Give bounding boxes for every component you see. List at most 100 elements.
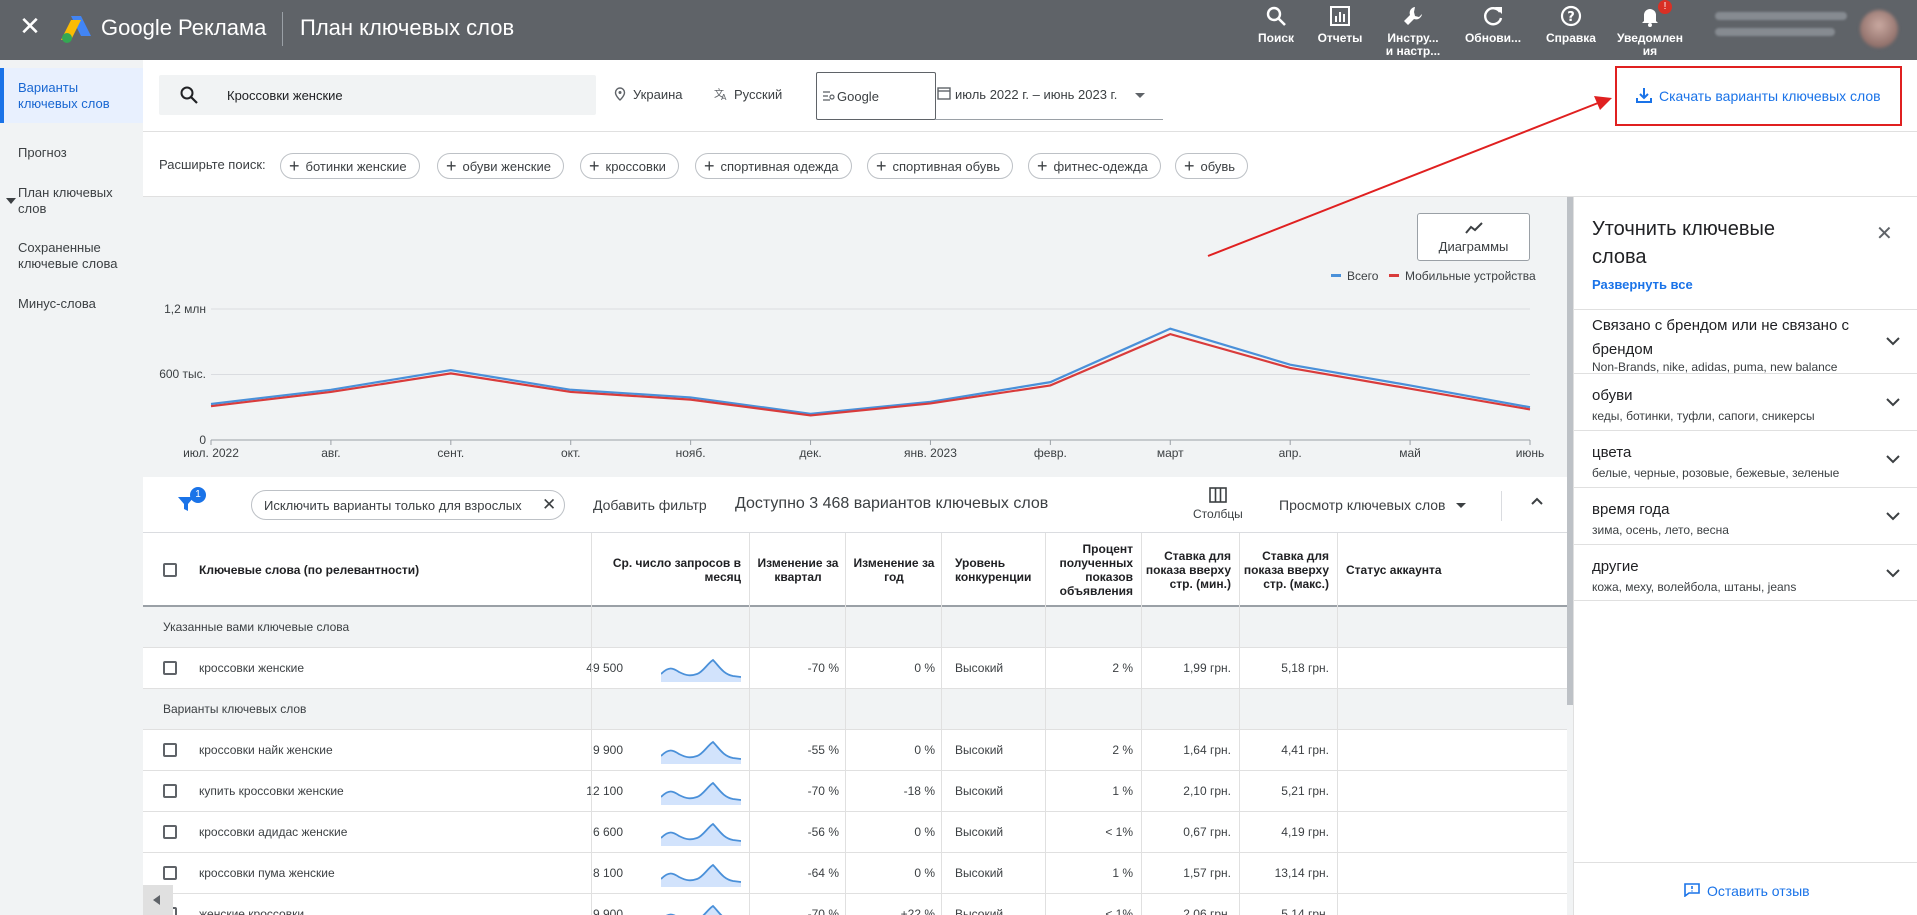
location-pin-icon (614, 87, 626, 101)
header-bid-high[interactable]: Ставка для показа вверху стр. (макс.) (1241, 533, 1329, 607)
nav-item-keyword-plan[interactable]: План ключевых слов (18, 185, 138, 217)
header-competition[interactable]: Уровень конкуренции (955, 533, 1041, 607)
columns-button[interactable]: Столбцы (1193, 487, 1243, 521)
language-selector[interactable]: 文 A Русский (714, 87, 782, 102)
refine-section-season[interactable]: время года зима, осень, лето, весна (1574, 487, 1917, 544)
charts-button[interactable]: Диаграммы (1417, 213, 1530, 261)
nav-item-keyword-ideas[interactable]: Варианты ключевых слов (0, 68, 143, 123)
help-button[interactable]: ? Справка (1543, 4, 1599, 58)
legend-label: Мобильные устройства (1405, 269, 1536, 283)
chip-label: фитнес-одежда (1053, 159, 1148, 174)
keyword-table: Ключевые слова (по релевантности) Ср. чи… (143, 533, 1567, 915)
table-row[interactable]: кроссовки пума женские 8 100 -64 % 0 % Высок… (143, 853, 1567, 894)
keyword-cell: женские кроссовки (199, 907, 305, 915)
chip-label: спортивная обувь (892, 159, 1000, 174)
expand-chip[interactable]: + фитнес-одежда (1028, 153, 1161, 179)
notifications-button[interactable]: Уведомлен ия (1614, 4, 1686, 58)
refine-keywords-panel: Уточнить ключевые слова ✕ Развернуть все… (1573, 197, 1917, 915)
row-checkbox[interactable] (163, 743, 177, 757)
header-account-status[interactable]: Статус аккаунта (1346, 533, 1506, 607)
search-tool-button[interactable]: Поиск (1254, 4, 1298, 58)
column-divider (941, 533, 942, 915)
nav-item-saved-keywords[interactable]: Сохраненные ключевые слова (18, 240, 138, 272)
columns-icon (1209, 487, 1227, 503)
reports-icon (1330, 6, 1350, 26)
row-checkbox[interactable] (163, 825, 177, 839)
avatar[interactable] (1860, 10, 1898, 48)
refresh-button[interactable]: Обнови... (1463, 4, 1523, 58)
section-subtitle: белые, черные, розовые, бежевые, зеленые (1592, 466, 1840, 480)
nav-item-forecast[interactable]: Прогноз (18, 145, 138, 161)
refine-section-colors[interactable]: цвета белые, черные, розовые, бежевые, з… (1574, 430, 1917, 487)
remove-filter-icon[interactable]: ✕ (542, 495, 556, 515)
expand-all-link[interactable]: Развернуть все (1592, 277, 1693, 292)
exclude-adult-filter-chip[interactable]: Исключить варианты только для взрослых ✕ (251, 490, 565, 520)
language-label: Русский (734, 87, 783, 102)
leave-feedback-button[interactable]: Оставить отзыв (1574, 862, 1917, 915)
expand-chip[interactable]: + спортивная одежда (695, 153, 852, 179)
trend-sparkline (665, 904, 723, 915)
add-filter-button[interactable]: Добавить фильтр (593, 497, 707, 513)
expand-chip[interactable]: + обувь (1175, 153, 1249, 179)
chip-label: обуви женские (462, 159, 551, 174)
x-tick-label: февр. (1033, 446, 1067, 460)
download-label: Скачать варианты ключевых слов (1659, 88, 1881, 104)
account-info[interactable] (1715, 12, 1855, 46)
plus-icon: + (1184, 156, 1195, 176)
expand-chip[interactable]: + спортивная обувь (867, 153, 1013, 179)
view-keywords-dropdown[interactable]: Просмотр ключевых слов (1279, 497, 1466, 513)
header-bid-low[interactable]: Ставка для показа вверху стр. (мин.) (1143, 533, 1231, 607)
table-row[interactable]: женские кроссовки 9 900 -70 % +22 % Высокий <… (143, 894, 1567, 915)
table-row[interactable]: кроссовки найк женские 9 900 -55 % 0 % Высок… (143, 730, 1567, 771)
header-quarter-change[interactable]: Изменение за квартал (753, 533, 843, 607)
table-row[interactable]: купить кроссовки женские 12 100 -70 % -18 %… (143, 771, 1567, 812)
table-row[interactable]: кроссовки женские 49 500 -70 % 0 % Высокий 2 … (143, 648, 1567, 689)
avg-searches-cell: 6 600 (592, 825, 623, 839)
avg-searches-cell: 49 500 (586, 661, 623, 675)
download-keywords-button[interactable]: Скачать варианты ключевых слов (1615, 66, 1902, 126)
reports-tool-button[interactable]: Отчеты (1313, 4, 1367, 58)
chip-label: ботинки женские (305, 159, 407, 174)
nav-item-negative-keywords[interactable]: Минус-слова (18, 296, 138, 312)
refine-section-other[interactable]: другие кожа, меху, волейбола, штаны, jea… (1574, 544, 1917, 601)
header-keyword[interactable]: Ключевые слова (по релевантности) (199, 533, 579, 607)
header-year-change[interactable]: Изменение за год (849, 533, 939, 607)
expand-chip[interactable]: + кроссовки (580, 153, 679, 179)
competition-cell: Высокий (955, 661, 1004, 675)
row-checkbox[interactable] (163, 661, 177, 675)
tools-settings-button[interactable]: Инстру... и настр... (1384, 4, 1442, 58)
refine-section-shoes[interactable]: обуви кеды, ботинки, туфли, сапоги, сник… (1574, 373, 1917, 430)
search-value: Кроссовки женские (227, 88, 343, 103)
columns-label: Столбцы (1193, 507, 1243, 521)
column-divider (749, 533, 750, 915)
table-row[interactable]: кроссовки адидас женские 6 600 -56 % 0 % Выс… (143, 812, 1567, 853)
quarter-change-cell: -64 % (807, 866, 839, 880)
plus-icon: + (1037, 156, 1048, 176)
close-icon[interactable]: ✕ (1876, 221, 1893, 246)
date-range-selector[interactable]: июль 2022 г. – июнь 2023 г. (935, 72, 1163, 120)
expand-chip[interactable]: + ботинки женские (280, 153, 420, 179)
year-change-cell: 0 % (914, 661, 935, 675)
caret-down-icon[interactable] (6, 198, 16, 204)
location-selector[interactable]: Украина (613, 87, 683, 102)
header-impression-share[interactable]: Процент полученных показов объявления (1047, 533, 1133, 607)
close-icon[interactable]: ✕ (18, 13, 42, 39)
avg-searches-cell: 9 900 (592, 907, 623, 915)
trend-line-icon (1464, 222, 1483, 234)
row-checkbox[interactable] (163, 784, 177, 798)
row-checkbox[interactable] (163, 866, 177, 880)
section-subtitle: зима, осень, лето, весна (1592, 523, 1729, 537)
refresh-icon (1484, 7, 1503, 26)
x-tick-label: март (1156, 446, 1184, 460)
quarter-change-cell: -56 % (807, 825, 839, 839)
scroll-left-button[interactable] (143, 885, 173, 915)
network-selector[interactable]: Google (816, 72, 936, 120)
expand-chip[interactable]: + обуви женские (437, 153, 564, 179)
section-title: обуви (1592, 387, 1633, 404)
search-input[interactable]: Кроссовки женские (159, 75, 596, 115)
header-avg-searches[interactable]: Ср. число запросов в месяц (593, 533, 741, 607)
chevron-up-icon[interactable] (1527, 491, 1547, 511)
refine-section-brand[interactable]: Связано с брендом или не связано с бренд… (1574, 309, 1917, 374)
select-all-checkbox[interactable] (163, 563, 177, 577)
section-title: время года (1592, 501, 1670, 518)
